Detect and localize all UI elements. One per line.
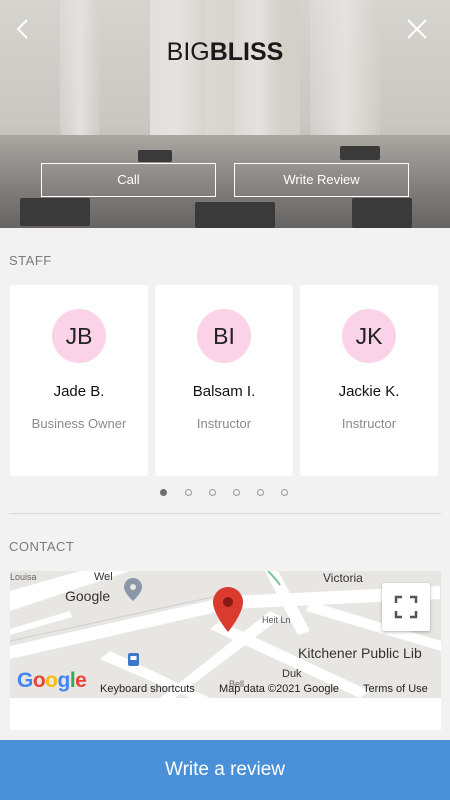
staff-name: Balsam I. [192,383,256,400]
avatar: JK [342,309,396,363]
write-review-button[interactable]: Write Review [234,163,409,197]
write-a-review-button[interactable]: Write a review [0,740,450,800]
map-bottom-strip [10,698,441,730]
map-label-street: Louisa [10,572,37,582]
call-button[interactable]: Call [41,163,216,197]
business-logo: BIGBLISS [0,38,450,67]
pager-dot[interactable] [160,489,167,496]
logo-thin: BIG [166,38,210,66]
map-label-street: Wel [94,571,113,583]
terms-link[interactable]: Terms of Use [363,683,428,695]
staff-name: Jackie K. [338,383,400,400]
avatar: BI [197,309,251,363]
avatar: JB [52,309,106,363]
logo-bold: BLISS [209,38,284,66]
map-label-street: Heit Ln [262,615,291,625]
staff-card[interactable]: BI Balsam I. Instructor [155,285,293,476]
contact-section-title: CONTACT [9,539,75,554]
map-label-street: Victoria [323,571,363,585]
section-divider [9,513,441,514]
pager-dot[interactable] [257,489,264,496]
staff-role: Instructor [341,416,397,431]
staff-card[interactable]: JK Jackie K. Instructor [300,285,438,476]
map-label-street: Duk [282,668,302,680]
transit-icon [128,653,139,666]
location-map[interactable]: Google Victoria Heit Ln Kitchener Public… [10,571,441,698]
staff-card[interactable]: JB Jade B. Business Owner [10,285,148,476]
staff-role: Instructor [196,416,252,431]
map-label-library: Kitchener Public Lib [298,645,422,661]
pager-dot[interactable] [233,489,240,496]
pager-dot[interactable] [185,489,192,496]
pager-dot[interactable] [209,489,216,496]
staff-section-title: STAFF [9,253,52,268]
staff-name: Jade B. [53,383,105,400]
pager-dot[interactable] [281,489,288,496]
keyboard-shortcuts-link[interactable]: Keyboard shortcuts [100,683,195,695]
map-label-google-place: Google [65,588,111,604]
staff-role: Business Owner [31,416,127,431]
map-data-label: Map data ©2021 Google [219,683,340,695]
fullscreen-icon[interactable] [382,583,430,631]
map-attribution: Keyboard shortcuts Map data ©2021 Google… [10,681,441,698]
